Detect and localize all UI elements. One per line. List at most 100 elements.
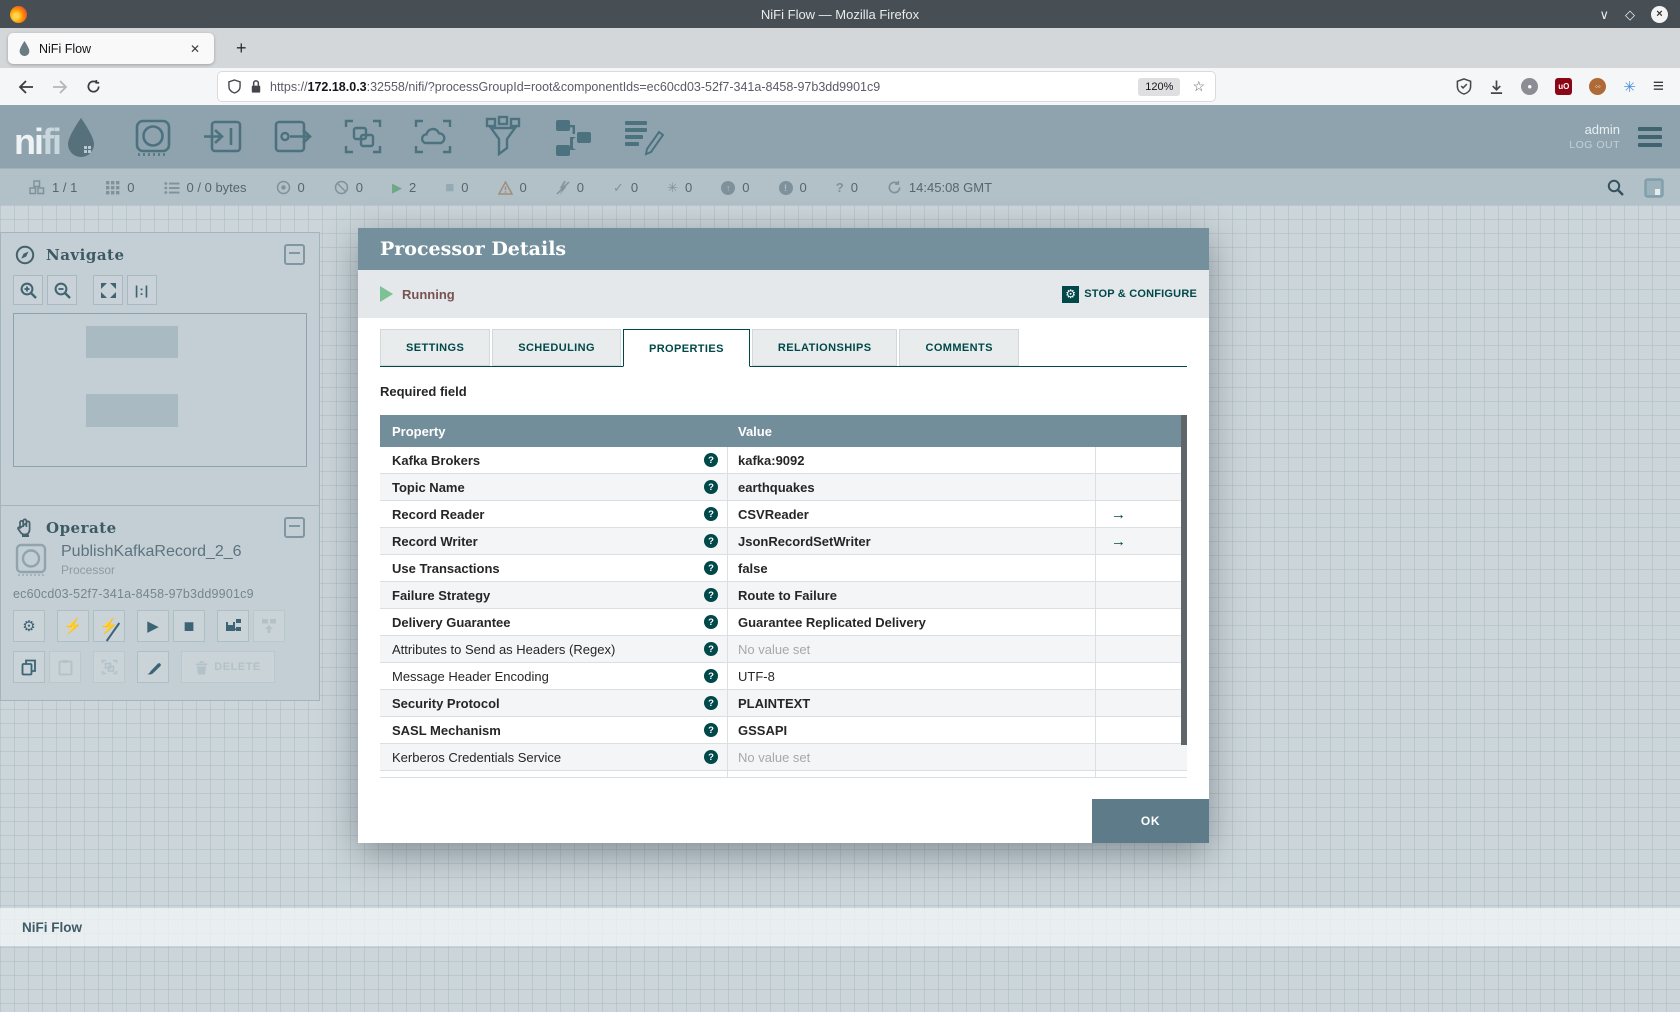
search-icon[interactable]: [1607, 179, 1624, 196]
help-icon[interactable]: ?: [704, 534, 718, 548]
table-row[interactable]: Security Protocol? PLAINTEXT: [380, 690, 1187, 717]
value-column-header: Value: [738, 423, 772, 439]
processor-details-dialog: Processor Details Running ⚙ STOP & CONFI…: [358, 228, 1209, 843]
tab-comments[interactable]: COMMENTS: [899, 329, 1019, 366]
queued-list-icon: [163, 181, 180, 195]
back-icon[interactable]: [18, 79, 34, 94]
help-icon[interactable]: ?: [704, 561, 718, 575]
upload-template-button[interactable]: [253, 610, 285, 642]
birdseye-panel-icon[interactable]: [1644, 177, 1664, 198]
processor-draggable-icon[interactable]: [130, 115, 176, 159]
tab-settings[interactable]: SETTINGS: [380, 329, 491, 366]
forward-icon[interactable]: [52, 79, 68, 94]
table-row[interactable]: Kafka Brokers? kafka:9092: [380, 447, 1187, 474]
tracking-shield-icon[interactable]: [228, 79, 241, 94]
table-row[interactable]: Failure Strategy? Route to Failure: [380, 582, 1187, 609]
lock-icon[interactable]: [250, 79, 262, 94]
table-row[interactable]: Record Reader? CSVReader →: [380, 501, 1187, 528]
goto-controller-service-icon[interactable]: →: [1111, 506, 1126, 523]
help-icon[interactable]: ?: [704, 615, 718, 629]
stop-and-configure-button[interactable]: ⚙ STOP & CONFIGURE: [1062, 285, 1197, 303]
birdseye-minimap[interactable]: [13, 313, 307, 467]
color-button[interactable]: [137, 651, 169, 683]
delete-button[interactable]: DELETE: [181, 651, 275, 683]
url-bar[interactable]: https://172.18.0.3:32558/nifi/?processGr…: [218, 72, 1215, 101]
tab-scheduling[interactable]: SCHEDULING: [492, 329, 621, 366]
help-icon[interactable]: ?: [704, 588, 718, 602]
help-icon[interactable]: ?: [704, 480, 718, 494]
last-refresh-status: 14:45:08 GMT: [887, 180, 992, 195]
global-menu-icon[interactable]: [1638, 126, 1662, 147]
download-icon[interactable]: [1489, 79, 1504, 95]
configuration-button[interactable]: ⚙: [13, 610, 45, 642]
zoom-fit-button[interactable]: [93, 275, 123, 305]
help-icon[interactable]: ?: [704, 453, 718, 467]
table-row[interactable]: Record Writer? JsonRecordSetWriter →: [380, 528, 1187, 555]
help-icon[interactable]: ?: [704, 777, 718, 778]
help-icon[interactable]: ?: [704, 750, 718, 764]
protection-shield-icon[interactable]: [1456, 78, 1472, 95]
collapse-operate-button[interactable]: [284, 517, 305, 538]
stop-button[interactable]: ■: [173, 610, 205, 642]
help-icon[interactable]: ?: [704, 669, 718, 683]
zoom-actual-size-button[interactable]: |:|: [127, 275, 157, 305]
funnel-draggable-icon[interactable]: [480, 115, 526, 159]
goto-controller-service-icon[interactable]: →: [1111, 533, 1126, 550]
help-icon[interactable]: ?: [704, 642, 718, 656]
table-row[interactable]: SASL Mechanism? GSSAPI: [380, 717, 1187, 744]
check-icon: ✓: [612, 179, 624, 195]
start-button[interactable]: ▶: [137, 610, 169, 642]
save-template-button[interactable]: [217, 610, 249, 642]
breadcrumb[interactable]: NiFi Flow: [22, 920, 82, 935]
paste-button[interactable]: [49, 651, 81, 683]
question-icon: ?: [835, 180, 844, 195]
tab-close-icon[interactable]: ✕: [186, 40, 204, 58]
enable-button[interactable]: ⚡: [57, 610, 89, 642]
zoom-out-button[interactable]: [47, 275, 77, 305]
tab-relationships[interactable]: RELATIONSHIPS: [751, 329, 898, 366]
reload-icon[interactable]: [86, 79, 101, 94]
browser-menu-icon[interactable]: ≡: [1653, 77, 1664, 96]
table-row[interactable]: Use Transactions? false: [380, 555, 1187, 582]
bookmark-star-icon[interactable]: ☆: [1192, 78, 1205, 95]
ok-button[interactable]: OK: [1092, 799, 1209, 843]
help-icon[interactable]: ?: [704, 507, 718, 521]
table-row[interactable]: Attributes to Send as Headers (Regex)? No…: [380, 636, 1187, 663]
table-row[interactable]: Delivery Guarantee? Guarantee Replicated …: [380, 609, 1187, 636]
collapse-navigate-button[interactable]: [284, 244, 305, 265]
disable-button[interactable]: ⚡: [93, 610, 125, 642]
table-row[interactable]: Message Header Encoding? UTF-8: [380, 663, 1187, 690]
table-row[interactable]: Kerberos Service Name? No value set: [380, 771, 1187, 778]
label-draggable-icon[interactable]: [620, 115, 666, 159]
window-title: NiFi Flow — Mozilla Firefox: [760, 6, 920, 22]
property-name: Message Header Encoding: [392, 668, 549, 684]
zoom-level-badge[interactable]: 120%: [1138, 77, 1181, 96]
new-tab-button[interactable]: +: [230, 36, 253, 60]
group-button[interactable]: [93, 651, 125, 683]
tab-properties[interactable]: PROPERTIES: [622, 329, 750, 367]
process-group-draggable-icon[interactable]: [340, 115, 386, 159]
input-port-draggable-icon[interactable]: [200, 115, 246, 159]
cookie-extension-icon[interactable]: ◦◦: [1589, 78, 1607, 95]
template-draggable-icon[interactable]: [550, 115, 596, 159]
ublock-origin-icon[interactable]: uO: [1555, 78, 1573, 95]
logout-link[interactable]: LOG OUT: [1569, 139, 1620, 151]
remote-process-group-draggable-icon[interactable]: [410, 115, 456, 159]
extension-asterisk-icon[interactable]: ✳: [1623, 78, 1636, 96]
help-icon[interactable]: ?: [704, 723, 718, 737]
dialog-tabs: SETTINGS SCHEDULING PROPERTIES RELATIONSHIP…: [380, 329, 1187, 367]
dialog-status-bar: Running ⚙ STOP & CONFIGURE: [358, 270, 1209, 318]
table-row[interactable]: Topic Name? earthquakes: [380, 474, 1187, 501]
output-port-draggable-icon[interactable]: [270, 115, 316, 159]
browser-tab[interactable]: NiFi Flow ✕: [8, 33, 214, 64]
refresh-icon[interactable]: [887, 180, 902, 195]
help-icon[interactable]: ?: [704, 696, 718, 710]
property-value: PLAINTEXT: [728, 690, 1096, 716]
asterisk-icon: ✳: [667, 179, 679, 195]
table-scrollbar[interactable]: [1181, 415, 1187, 745]
copy-button[interactable]: [13, 651, 45, 683]
table-row[interactable]: Kerberos Credentials Service? No value se…: [380, 744, 1187, 771]
zoom-in-button[interactable]: [13, 275, 43, 305]
extension-mask-icon[interactable]: ●: [1521, 78, 1539, 95]
disabled-bolt-icon: [556, 180, 570, 195]
